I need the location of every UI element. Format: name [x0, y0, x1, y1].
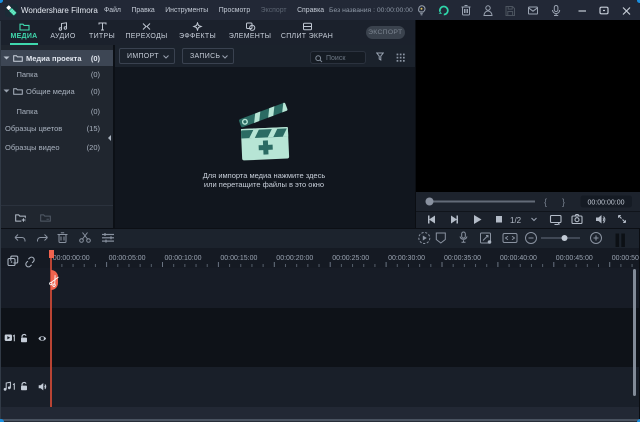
svg-text:1/2: 1/2	[510, 216, 522, 225]
svg-text:00:00:00:00: 00:00:00:00	[53, 255, 90, 262]
svg-text:00:00:40:00: 00:00:40:00	[500, 255, 537, 262]
svg-text:00:00:50:00: 00:00:50:00	[612, 255, 640, 262]
svg-text:00:00:45:00: 00:00:45:00	[556, 255, 593, 262]
svg-text:00:00:35:00: 00:00:35:00	[444, 255, 481, 262]
svg-text:00:00:00:00: 00:00:00:00	[588, 199, 625, 206]
svg-text:00:00:20:00: 00:00:20:00	[276, 255, 313, 262]
svg-text:00:00:10:00: 00:00:10:00	[165, 255, 202, 262]
svg-text:{: {	[544, 197, 547, 207]
svg-text:00:00:15:00: 00:00:15:00	[220, 255, 257, 262]
svg-text:00:00:30:00: 00:00:30:00	[388, 255, 425, 262]
svg-text:00:00:05:00: 00:00:05:00	[109, 255, 146, 262]
svg-text:00:00:25:00: 00:00:25:00	[332, 255, 369, 262]
svg-text:}: }	[562, 197, 565, 207]
